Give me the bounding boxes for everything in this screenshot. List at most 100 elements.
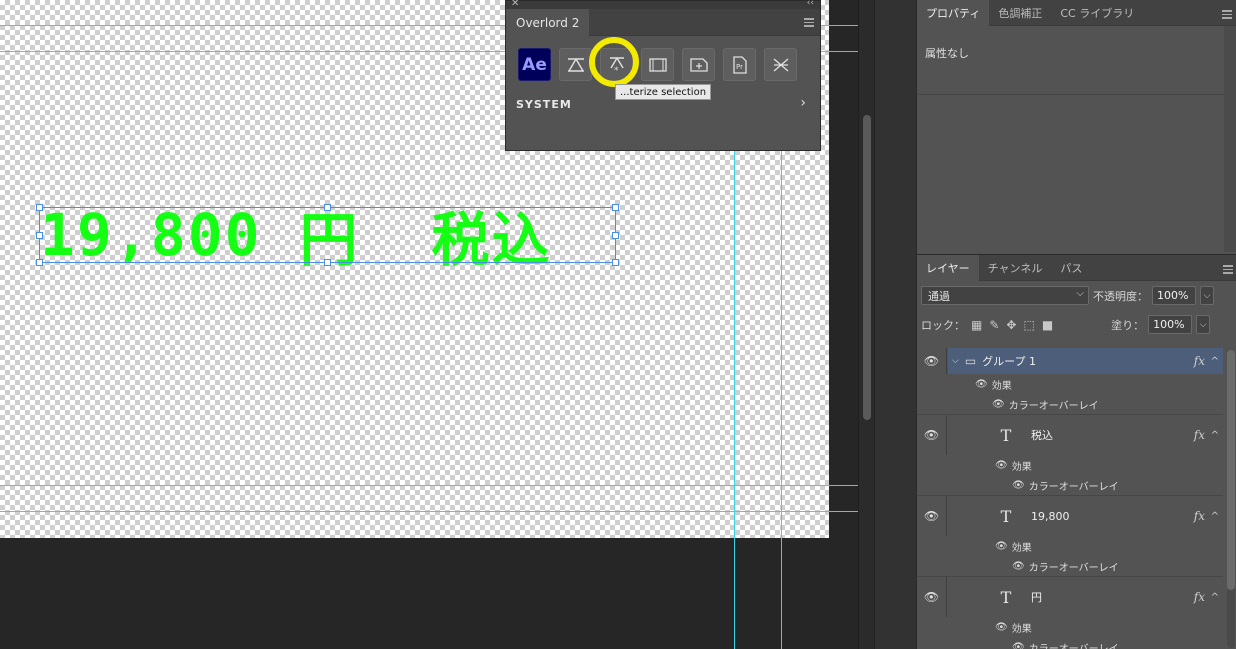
add-frame-button[interactable] [682, 48, 715, 81]
fx-icon[interactable]: fx [1194, 590, 1205, 604]
visibility-toggle[interactable]: 👁 [917, 415, 947, 455]
transform-handle[interactable] [36, 259, 43, 266]
panel-menu-icon[interactable] [1222, 10, 1232, 19]
panel-menu-icon[interactable] [804, 18, 814, 27]
align-button[interactable] [559, 48, 592, 81]
eye-icon[interactable]: 👁 [1012, 642, 1025, 649]
tab-paths[interactable]: パス [1051, 255, 1091, 281]
layers-scrollbar[interactable] [1227, 350, 1235, 648]
tab-properties[interactable]: プロパティ [917, 0, 990, 26]
layers-list[interactable]: 👁 ⌵ ▭ グループ 1 fx ^ 👁 効果 👁 カラーオーバーレイ 👁 T 税… [917, 348, 1223, 649]
fx-icon[interactable]: fx [1194, 354, 1205, 368]
layer-group[interactable]: 👁 ⌵ ▭ グループ 1 fx ^ 👁 効果 👁 カラーオーバーレイ [917, 348, 1223, 415]
effect-item[interactable]: 👁 カラーオーバーレイ [917, 556, 1223, 576]
transform-handle[interactable] [36, 232, 43, 239]
chevron-down-icon: ⌵ [1076, 288, 1084, 299]
chevron-right-icon[interactable]: › [800, 95, 806, 111]
visibility-toggle[interactable]: 👁 [917, 577, 947, 617]
layer-name: 19,800 [1031, 509, 1070, 523]
layer-row[interactable]: 👁 T 円 fx ^ [917, 577, 1223, 617]
film-button[interactable] [641, 48, 674, 81]
eye-icon[interactable]: 👁 [1012, 480, 1025, 491]
close-icon[interactable]: ✕ [511, 0, 519, 9]
effect-item[interactable]: 👁 カラーオーバーレイ [917, 475, 1223, 495]
crossed-button[interactable] [764, 48, 797, 81]
chevron-up-icon[interactable]: ^ [1211, 430, 1219, 441]
blend-mode-select[interactable]: 通過 ⌵ [921, 286, 1089, 305]
eye-icon[interactable]: 👁 [995, 622, 1008, 633]
fill-input[interactable]: 100% [1148, 315, 1193, 334]
chevron-down-icon[interactable]: ⌵ [952, 356, 959, 366]
tab-overlord[interactable]: Overlord 2 [506, 9, 590, 36]
layer-text[interactable]: 👁 T 税込 fx ^ 👁 効果 👁 カラーオーバーレイ [917, 415, 1223, 496]
guide-horizontal [0, 485, 858, 486]
eye-icon[interactable]: 👁 [995, 460, 1008, 471]
lock-brush-icon[interactable]: ✎ [989, 318, 999, 332]
script-button[interactable]: Pr [723, 48, 756, 81]
layer-text[interactable]: 👁 T 19,800 fx ^ 👁 効果 👁 カラーオーバーレイ [917, 496, 1223, 577]
fill-dropdown-button[interactable]: ⌵ [1196, 315, 1211, 334]
chevron-up-icon[interactable]: ^ [1211, 592, 1219, 603]
system-section-label[interactable]: SYSTEM [516, 98, 572, 111]
eye-icon[interactable]: 👁 [992, 399, 1005, 410]
no-properties-text: 属性なし [925, 47, 969, 60]
layer-row[interactable]: 👁 ⌵ ▭ グループ 1 fx ^ [917, 348, 1223, 374]
crossed-icon [773, 58, 788, 71]
properties-scrollbar[interactable] [1224, 26, 1236, 252]
fx-icon[interactable]: fx [1194, 509, 1205, 523]
lock-position-icon[interactable]: ✥ [1006, 318, 1016, 332]
chevron-up-icon[interactable]: ^ [1211, 356, 1219, 367]
effect-item[interactable]: 👁 カラーオーバーレイ [917, 394, 1223, 414]
group-row-highlight: ⌵ ▭ グループ 1 fx ^ [948, 348, 1223, 374]
effects-row[interactable]: 👁 効果 [917, 374, 1223, 394]
ae-button[interactable]: Ae [518, 48, 551, 81]
canvas-area[interactable]: 19,800円税込 ✕ ‹‹ Overlord 2 Ae * Pr ...ter… [0, 0, 858, 649]
canvas-vertical-scrollbar[interactable] [858, 0, 874, 649]
layers-tabbar: レイヤー チャンネル パス [917, 255, 1236, 281]
layer-row[interactable]: 👁 T 税込 fx ^ [917, 415, 1223, 455]
visibility-toggle[interactable]: 👁 [917, 496, 947, 536]
svg-text:Pr: Pr [736, 63, 743, 71]
text-layer-icon: T [1000, 425, 1012, 445]
fx-icon[interactable]: fx [1194, 428, 1205, 442]
lock-row: ロック： ▦ ✎ ✥ ⬚ ■ 塗り： 100% ⌵ [921, 310, 1233, 339]
opacity-dropdown-button[interactable]: ⌵ [1200, 286, 1214, 305]
transform-bounding-box[interactable] [36, 204, 619, 266]
chevron-up-icon[interactable]: ^ [1211, 511, 1219, 522]
tab-adjustments[interactable]: 色調補正 [989, 0, 1051, 26]
eye-icon[interactable]: 👁 [975, 379, 988, 390]
panel-menu-icon[interactable] [1223, 265, 1233, 274]
effects-label: 効果 [1011, 623, 1032, 635]
transform-handle[interactable] [612, 204, 619, 211]
transform-handle[interactable] [612, 259, 619, 266]
opacity-input[interactable]: 100% [1152, 286, 1196, 305]
lock-transparency-icon[interactable]: ▦ [971, 318, 982, 332]
scrollbar-thumb[interactable] [1227, 350, 1235, 590]
lock-icons: ▦ ✎ ✥ ⬚ ■ [971, 318, 1053, 332]
effects-label: 効果 [991, 380, 1012, 392]
layer-row[interactable]: 👁 T 19,800 fx ^ [917, 496, 1223, 536]
transform-handle[interactable] [324, 204, 331, 211]
lock-artboard-icon[interactable]: ⬚ [1023, 318, 1034, 332]
layer-text[interactable]: 👁 T 円 fx ^ 👁 効果 👁 カラーオーバーレイ [917, 577, 1223, 649]
overlord-toolbar: Ae * Pr [518, 48, 797, 81]
collapse-icon[interactable]: ‹‹ [807, 0, 814, 8]
effect-item[interactable]: 👁 カラーオーバーレイ [917, 637, 1223, 649]
scrollbar-thumb[interactable] [863, 115, 871, 420]
effects-row[interactable]: 👁 効果 [917, 617, 1223, 637]
rasterize-selection-button[interactable]: * [600, 48, 633, 81]
effects-row[interactable]: 👁 効果 [917, 536, 1223, 556]
transform-handle[interactable] [612, 232, 619, 239]
tab-layers[interactable]: レイヤー [917, 255, 979, 281]
effects-row[interactable]: 👁 効果 [917, 455, 1223, 475]
lock-all-icon[interactable]: ■ [1042, 318, 1053, 332]
transform-handle[interactable] [324, 259, 331, 266]
tab-channels[interactable]: チャンネル [979, 255, 1052, 281]
film-icon [648, 57, 667, 72]
visibility-toggle[interactable]: 👁 [917, 348, 947, 374]
tab-cc-libraries[interactable]: CC ライブラリ [1051, 0, 1143, 26]
transform-handle[interactable] [36, 204, 43, 211]
eye-icon[interactable]: 👁 [1012, 561, 1025, 572]
right-panel-dock: プロパティ 色調補正 CC ライブラリ 属性なし レイヤー チャンネル パス 通… [916, 0, 1236, 649]
eye-icon[interactable]: 👁 [995, 541, 1008, 552]
